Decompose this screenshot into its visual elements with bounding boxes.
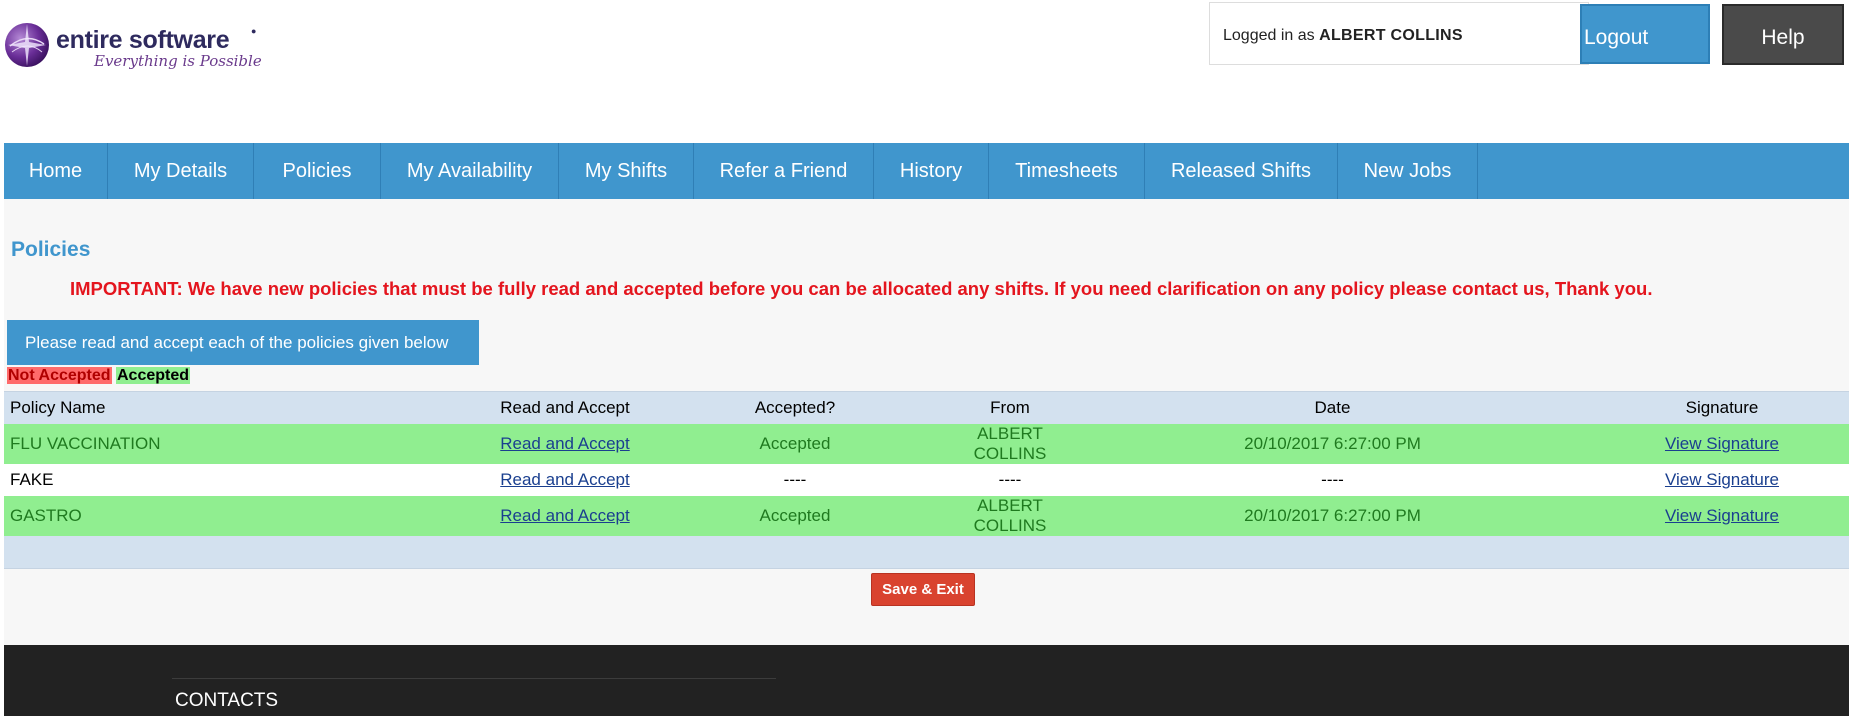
nav-item-timesheets[interactable]: Timesheets xyxy=(989,143,1145,199)
view-signature-link[interactable]: View Signature xyxy=(1665,470,1779,489)
logo-tagline: Everything is Possible xyxy=(94,52,262,70)
col-header-date: Date xyxy=(1070,391,1595,424)
instruction-banner: Please read and accept each of the polic… xyxy=(7,320,479,365)
logged-in-text: Logged in as ALBERT COLLINS xyxy=(1223,27,1463,44)
accepted-from: ALBERT COLLINS xyxy=(950,424,1070,464)
accepted-status: Accepted xyxy=(640,496,950,536)
nav-item-new-jobs[interactable]: New Jobs xyxy=(1338,143,1478,199)
accepted-from: ---- xyxy=(950,464,1070,496)
col-header-from: From xyxy=(950,391,1070,424)
nav-item-my-shifts[interactable]: My Shifts xyxy=(559,143,694,199)
read-and-accept-link[interactable]: Read and Accept xyxy=(500,434,629,453)
status-legend: Not Accepted Accepted xyxy=(7,367,191,385)
main-nav: Home My Details Policies My Availability… xyxy=(4,143,1849,199)
table-row: GASTRO Read and Accept Accepted ALBERT C… xyxy=(4,496,1849,536)
logo-name: entire software xyxy=(56,26,230,54)
table-header-row: Policy Name Read and Accept Accepted? Fr… xyxy=(4,391,1849,424)
nav-item-my-availability[interactable]: My Availability xyxy=(381,143,559,199)
legend-accepted: Accepted xyxy=(115,367,191,384)
footer-divider xyxy=(172,678,776,679)
accepted-date: ---- xyxy=(1070,464,1595,496)
table-footer-row xyxy=(4,536,1849,569)
accepted-date: 20/10/2017 6:27:00 PM xyxy=(1070,496,1595,536)
accepted-status: ---- xyxy=(640,464,950,496)
table-row: FAKE Read and Accept ---- ---- ---- View… xyxy=(4,464,1849,496)
page-footer xyxy=(4,645,1849,716)
col-header-read-accept: Read and Accept xyxy=(490,391,640,424)
read-and-accept-link[interactable]: Read and Accept xyxy=(500,506,629,525)
policies-table: Policy Name Read and Accept Accepted? Fr… xyxy=(4,391,1849,569)
logged-in-user: ALBERT COLLINS xyxy=(1319,27,1463,44)
save-exit-button[interactable]: Save & Exit xyxy=(871,573,975,606)
footer-contacts-title: CONTACTS xyxy=(175,690,279,711)
view-signature-link[interactable]: View Signature xyxy=(1665,434,1779,453)
logo-globe-icon xyxy=(5,23,49,67)
logout-button[interactable]: Logout xyxy=(1580,4,1710,64)
policy-name: FLU VACCINATION xyxy=(4,424,490,464)
nav-item-history[interactable]: History xyxy=(874,143,989,199)
accepted-date: 20/10/2017 6:27:00 PM xyxy=(1070,424,1595,464)
logged-in-box: Logged in as ALBERT COLLINS xyxy=(1209,2,1589,65)
page-title: Policies xyxy=(11,238,91,261)
read-and-accept-link[interactable]: Read and Accept xyxy=(500,470,629,489)
legend-not-accepted: Not Accepted xyxy=(7,367,112,384)
nav-item-released-shifts[interactable]: Released Shifts xyxy=(1145,143,1338,199)
help-button[interactable]: Help xyxy=(1722,4,1844,65)
nav-item-my-details[interactable]: My Details xyxy=(108,143,254,199)
policy-name: FAKE xyxy=(4,464,490,496)
col-header-policy-name: Policy Name xyxy=(4,391,490,424)
important-notice: IMPORTANT: We have new policies that mus… xyxy=(70,278,1653,299)
policy-name: GASTRO xyxy=(4,496,490,536)
accepted-status: Accepted xyxy=(640,424,950,464)
nav-item-refer-a-friend[interactable]: Refer a Friend xyxy=(694,143,874,199)
col-header-signature: Signature xyxy=(1595,391,1849,424)
view-signature-link[interactable]: View Signature xyxy=(1665,506,1779,525)
nav-item-home[interactable]: Home xyxy=(4,143,108,199)
col-header-accepted: Accepted? xyxy=(640,391,950,424)
company-logo: entire software ● Everything is Possible xyxy=(2,20,262,74)
nav-item-policies[interactable]: Policies xyxy=(254,143,381,199)
table-row: FLU VACCINATION Read and Accept Accepted… xyxy=(4,424,1849,464)
accepted-from: ALBERT COLLINS xyxy=(950,496,1070,536)
